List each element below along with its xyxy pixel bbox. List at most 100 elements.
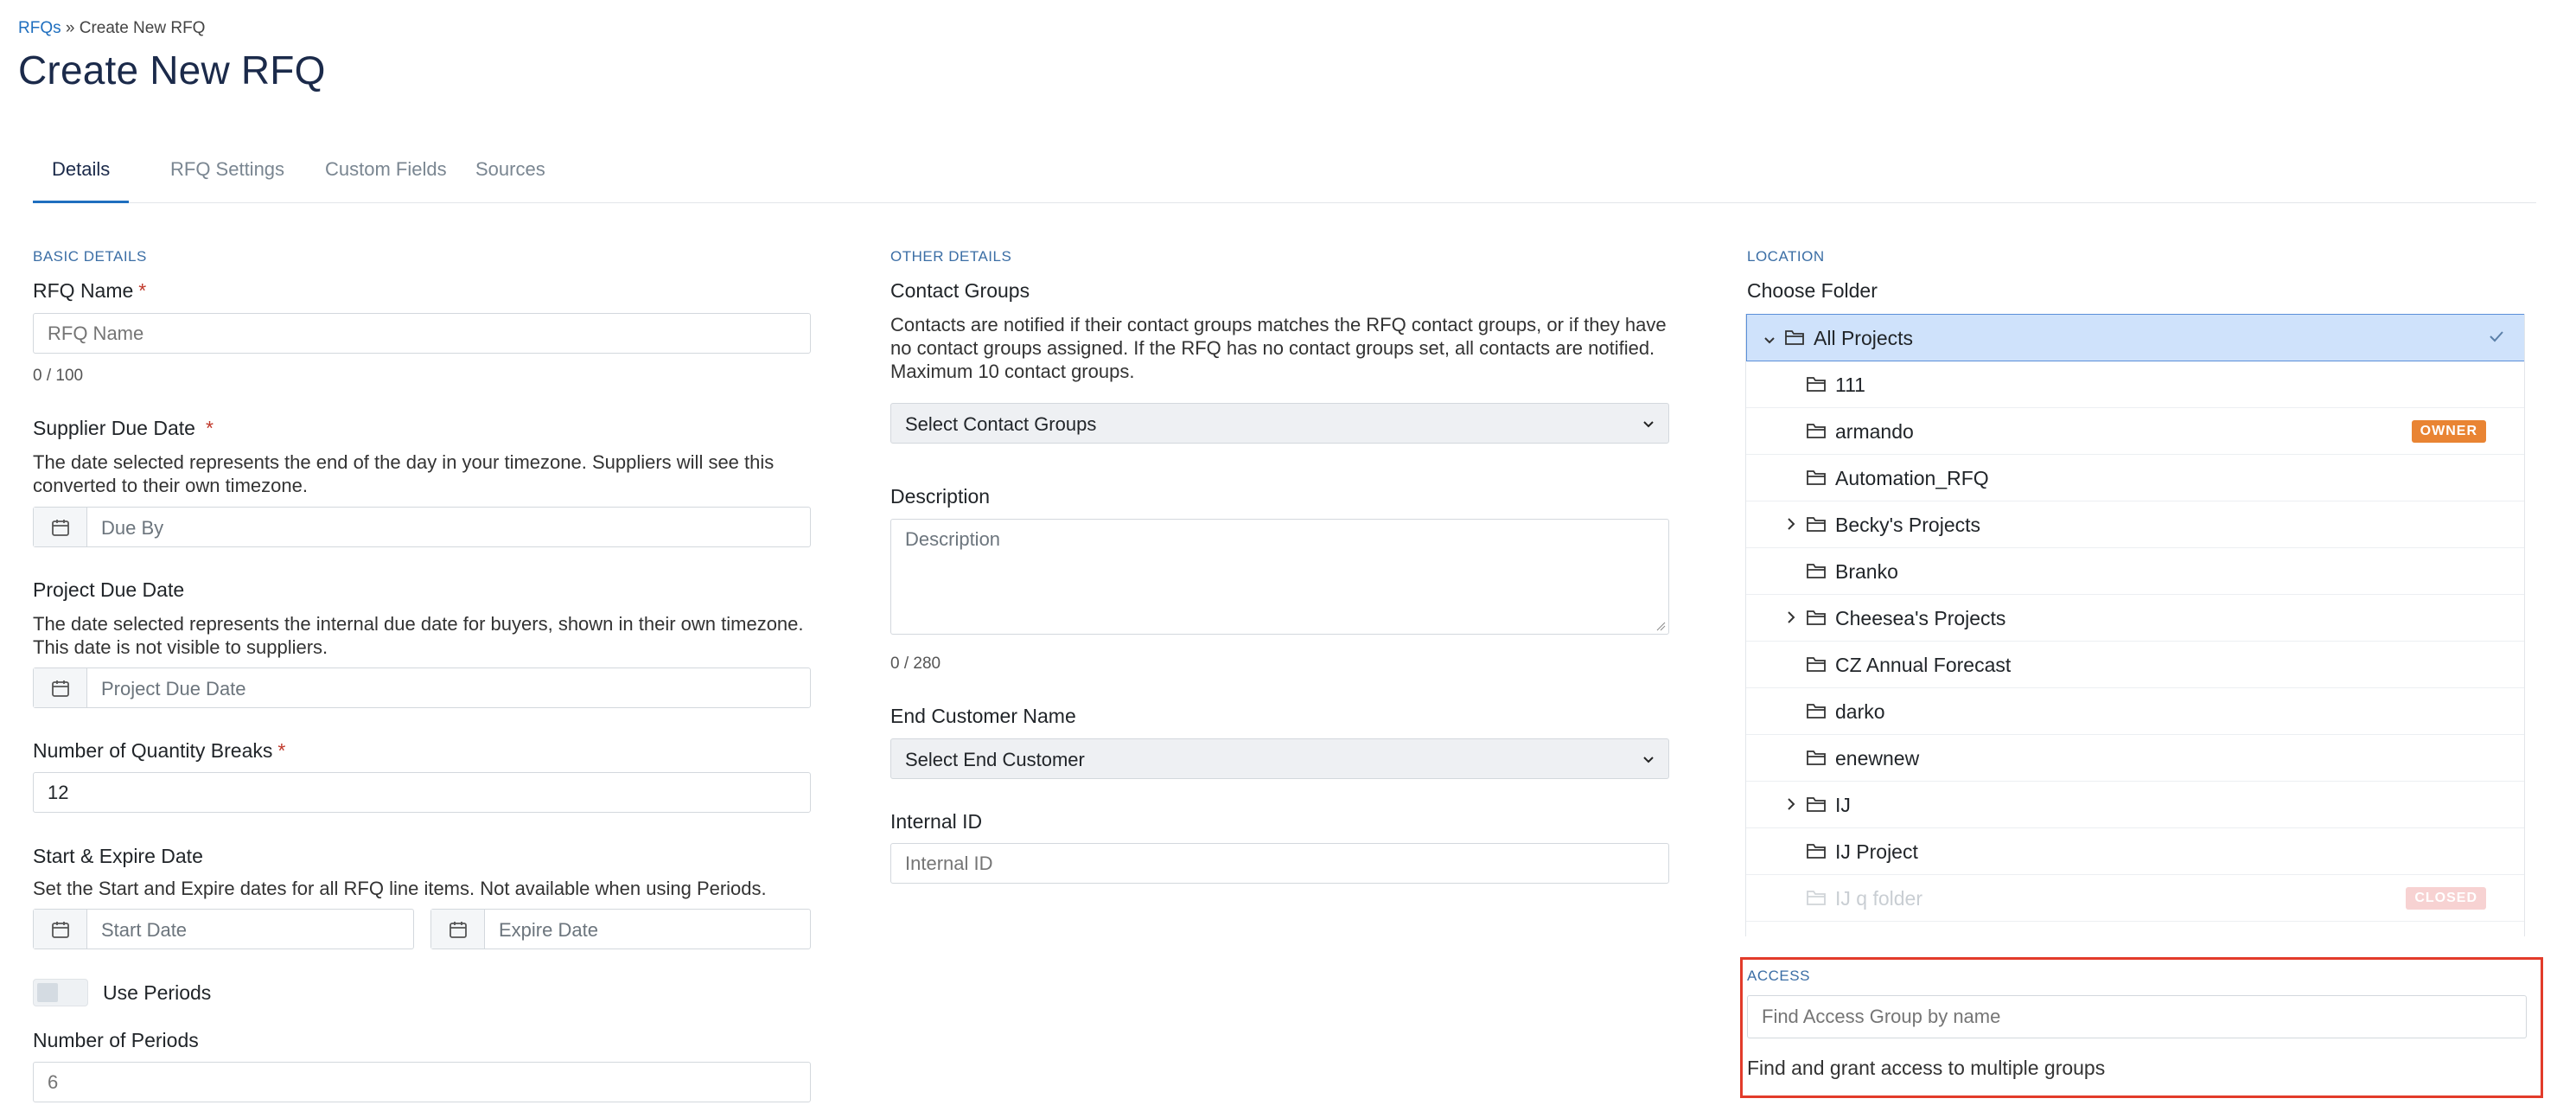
start-expire-label: Start & Expire Date [33, 845, 203, 867]
folder-row-all-projects[interactable]: All Projects [1746, 314, 2524, 361]
folder-row[interactable]: darko [1746, 688, 2524, 735]
tab-custom-fields[interactable]: Custom Fields [306, 143, 466, 203]
rfq-name-input[interactable] [33, 313, 811, 354]
supplier-due-date-input[interactable]: Due By [33, 507, 811, 547]
folder-icon [1806, 701, 1827, 725]
access-heading: ACCESS [1747, 968, 1810, 984]
contact-groups-select[interactable]: Select Contact Groups [890, 403, 1669, 444]
calendar-icon[interactable] [34, 910, 87, 949]
folder-icon [1806, 561, 1827, 585]
access-help-text: Find and grant access to multiple groups [1747, 1057, 2106, 1079]
folder-row[interactable]: armando OWNER [1746, 408, 2524, 455]
owner-badge: OWNER [2411, 420, 2486, 443]
tab-rfq-settings[interactable]: RFQ Settings [151, 143, 303, 203]
folder-tree[interactable]: All Projects 111 armando OWNER Automatio… [1745, 314, 2525, 936]
folder-row[interactable]: enewnew [1746, 735, 2524, 782]
use-periods-label: Use Periods [103, 981, 212, 1004]
toggle-knob [37, 983, 58, 1002]
internal-id-input[interactable] [890, 843, 1669, 884]
choose-folder-label: Choose Folder [1747, 279, 1878, 302]
project-due-placeholder: Project Due Date [101, 678, 246, 699]
start-expire-help: Set the Start and Expire dates for all R… [33, 878, 767, 899]
start-date-input[interactable]: Start Date [33, 909, 414, 949]
supplier-due-label: Supplier Due Date * [33, 417, 214, 440]
use-periods-toggle[interactable] [33, 979, 88, 1006]
qty-breaks-input[interactable] [33, 772, 811, 813]
chevron-down-icon [1641, 414, 1656, 437]
folder-icon [1806, 374, 1827, 399]
description-textarea[interactable]: Description [890, 519, 1669, 635]
supplier-due-label-text: Supplier Due Date [33, 417, 195, 439]
access-group-search-input[interactable] [1747, 995, 2527, 1038]
folder-row[interactable]: IJ Project [1746, 828, 2524, 875]
supplier-due-placeholder: Due By [101, 517, 164, 539]
chevron-right-icon[interactable] [1783, 795, 1799, 818]
breadcrumb: RFQs » Create New RFQ [18, 19, 205, 38]
folder-name: IJ [1835, 794, 1851, 816]
expire-date-placeholder: Expire Date [499, 919, 598, 941]
folder-row[interactable]: CZ Annual Forecast [1746, 642, 2524, 688]
description-placeholder: Description [905, 528, 1001, 550]
required-mark: * [277, 739, 286, 762]
resize-handle-icon[interactable] [1655, 621, 1666, 631]
folder-row[interactable]: IJ [1746, 782, 2524, 828]
chevron-down-icon[interactable] [1762, 329, 1777, 353]
folder-icon [1806, 655, 1827, 679]
folder-row[interactable]: IJ q folder CLOSED [1746, 875, 2524, 922]
calendar-icon[interactable] [34, 668, 87, 707]
end-customer-select-value: Select End Customer [905, 749, 1085, 770]
folder-icon [1806, 888, 1827, 912]
tab-details[interactable]: Details [33, 143, 130, 203]
rfq-name-counter: 0 / 100 [33, 367, 84, 385]
end-customer-label: End Customer Name [890, 705, 1076, 727]
folder-name: IJ q folder [1835, 887, 1922, 910]
folder-name: armando [1835, 420, 1914, 443]
breadcrumb-current: Create New RFQ [79, 19, 206, 37]
location-heading: LOCATION [1747, 248, 1825, 265]
folder-icon [1806, 468, 1827, 492]
folder-icon [1806, 514, 1827, 539]
folder-icon [1806, 421, 1827, 445]
folder-row[interactable]: Automation_RFQ [1746, 455, 2524, 501]
rfq-name-label-text: RFQ Name [33, 279, 134, 302]
tab-sources[interactable]: Sources [456, 143, 564, 203]
qty-breaks-label: Number of Quantity Breaks * [33, 739, 285, 763]
expire-date-input[interactable]: Expire Date [430, 909, 811, 949]
folder-row[interactable]: 111 [1746, 361, 2524, 408]
folder-name: Becky's Projects [1835, 514, 1980, 536]
required-mark: * [205, 417, 214, 439]
end-customer-select[interactable]: Select End Customer [890, 738, 1669, 779]
project-due-help: The date selected represents the interna… [33, 613, 804, 658]
calendar-icon[interactable] [431, 910, 485, 949]
project-due-label: Project Due Date [33, 578, 185, 601]
internal-id-label: Internal ID [890, 810, 983, 833]
folder-icon [1806, 608, 1827, 632]
closed-badge: CLOSED [2406, 887, 2486, 910]
description-counter: 0 / 280 [890, 655, 941, 673]
folder-row[interactable]: Becky's Projects [1746, 501, 2524, 548]
folder-icon [1806, 748, 1827, 772]
contact-groups-help: Contacts are notified if their contact g… [890, 314, 1667, 382]
folder-row[interactable]: Cheesea's Projects [1746, 595, 2524, 642]
folder-icon [1806, 795, 1827, 819]
breadcrumb-link-rfqs[interactable]: RFQs [18, 19, 61, 37]
basic-details-heading: BASIC DETAILS [33, 248, 147, 265]
folder-icon [1784, 328, 1805, 352]
num-periods-input[interactable] [33, 1062, 811, 1102]
folder-name: CZ Annual Forecast [1835, 654, 2012, 676]
supplier-due-help: The date selected represents the end of … [33, 451, 775, 496]
chevron-down-icon [1641, 750, 1656, 772]
folder-name: Cheesea's Projects [1835, 607, 2006, 629]
required-mark: * [138, 279, 147, 302]
folder-row[interactable]: Branko [1746, 548, 2524, 595]
folder-name: Automation_RFQ [1835, 467, 1989, 489]
chevron-right-icon[interactable] [1783, 608, 1799, 631]
project-due-date-input[interactable]: Project Due Date [33, 667, 811, 708]
calendar-icon[interactable] [34, 508, 87, 546]
other-details-heading: OTHER DETAILS [890, 248, 1012, 265]
folder-icon [1806, 841, 1827, 865]
folder-name: enewnew [1835, 747, 1920, 770]
chevron-right-icon[interactable] [1783, 514, 1799, 538]
start-date-placeholder: Start Date [101, 919, 188, 941]
folder-name: IJ Project [1835, 840, 1918, 863]
